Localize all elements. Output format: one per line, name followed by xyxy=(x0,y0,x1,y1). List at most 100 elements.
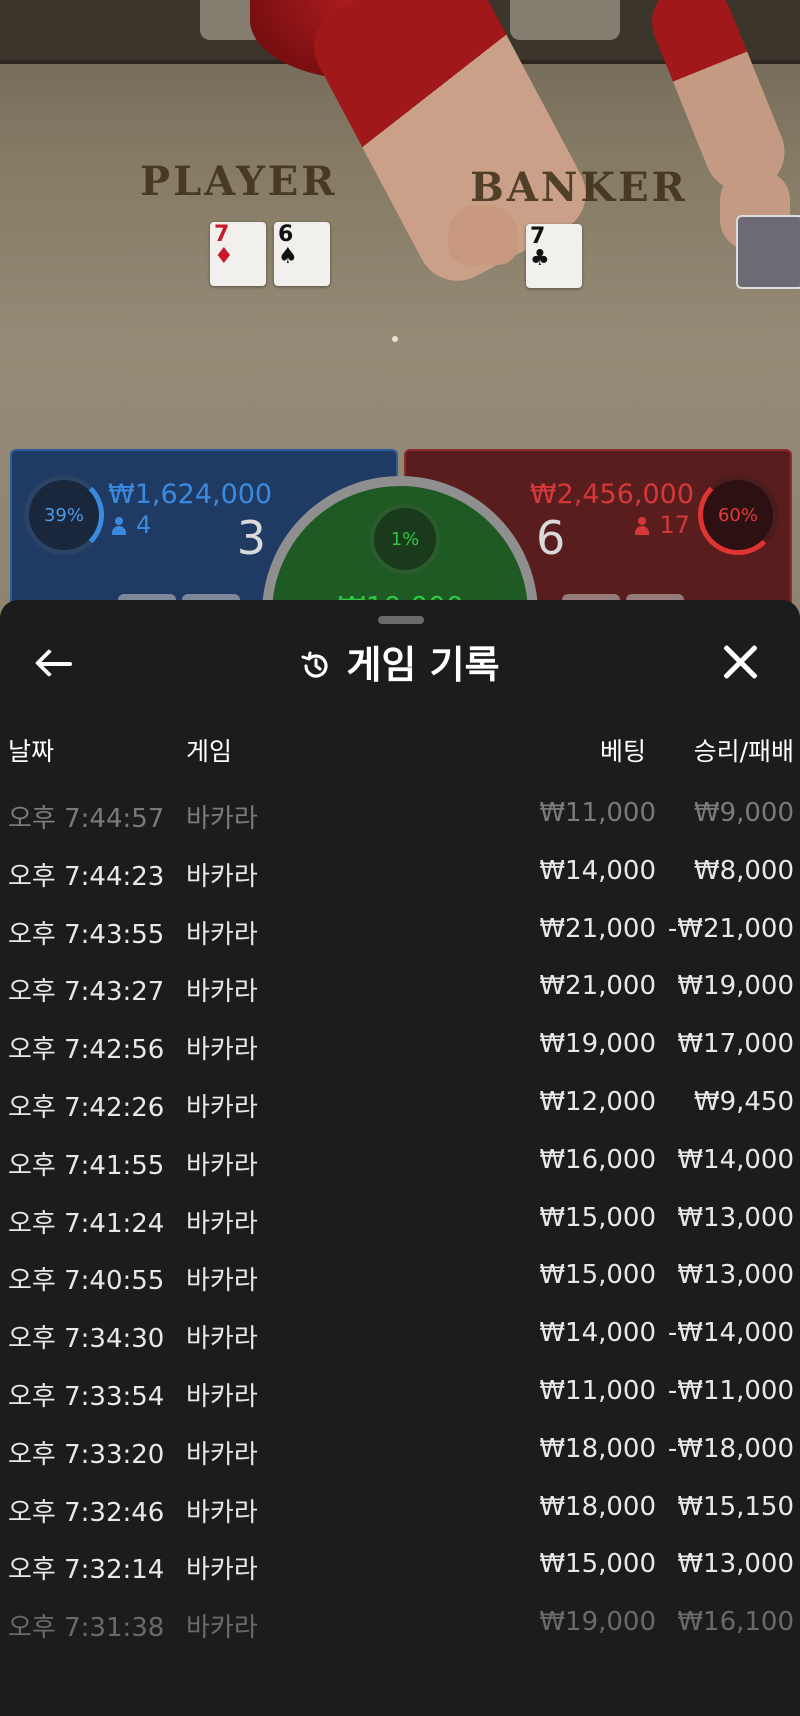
row-date: 오후 7:33:20 xyxy=(8,1439,165,1470)
row-date: 오후 7:33:54 xyxy=(8,1382,165,1412)
history-row[interactable]: 오후 7:32:14 바카라 ₩15,000 ₩13,000 xyxy=(0,1539,800,1597)
row-result: -₩14,000 xyxy=(667,1318,794,1349)
row-game: 바카라 xyxy=(186,861,258,892)
row-game: 바카라 xyxy=(186,1382,258,1412)
tie-percent-ring: 1% xyxy=(370,504,440,574)
history-row[interactable]: 오후 7:42:26 바카라 ₩12,000 ₩9,450 xyxy=(0,1077,800,1135)
row-date: 오후 7:32:14 xyxy=(8,1555,165,1586)
chair xyxy=(510,0,620,40)
history-row[interactable]: 오후 7:42:56 바카라 ₩19,000 ₩17,000 xyxy=(0,1019,800,1077)
row-bet: ₩19,000 xyxy=(539,1607,656,1638)
row-game: 바카라 xyxy=(186,1035,258,1066)
row-date: 오후 7:42:56 xyxy=(8,1035,165,1066)
history-row[interactable]: 오후 7:41:24 바카라 ₩15,000 ₩13,000 xyxy=(0,1193,800,1251)
table-marker xyxy=(392,336,398,342)
row-date: 오후 7:42:26 xyxy=(8,1093,165,1123)
row-date: 오후 7:44:23 xyxy=(8,861,165,892)
player-card-2: 6 ♠ xyxy=(274,222,330,286)
col-result: 승리/패배 xyxy=(693,737,794,766)
row-game: 바카라 xyxy=(186,1497,258,1528)
row-result: ₩13,000 xyxy=(677,1260,794,1291)
row-game: 바카라 xyxy=(186,1150,258,1181)
col-date: 날짜 xyxy=(8,737,55,766)
row-bet: ₩11,000 xyxy=(539,1376,656,1406)
row-bet: ₩19,000 xyxy=(539,1029,656,1060)
title-group: 게임 기록 xyxy=(0,634,800,689)
row-game: 바카라 xyxy=(186,1439,258,1470)
drag-handle[interactable] xyxy=(378,616,424,624)
row-date: 오후 7:40:55 xyxy=(8,1266,165,1297)
row-date: 오후 7:41:55 xyxy=(8,1150,165,1181)
dealer-hand xyxy=(448,205,518,265)
row-result: -₩11,000 xyxy=(667,1376,794,1406)
row-bet: ₩21,000 xyxy=(539,971,656,1002)
person-icon xyxy=(635,517,650,535)
row-date: 오후 7:43:55 xyxy=(8,919,165,950)
row-result: ₩9,000 xyxy=(693,798,794,828)
row-result: -₩18,000 xyxy=(667,1433,794,1464)
row-date: 오후 7:44:57 xyxy=(8,804,165,834)
row-game: 바카라 xyxy=(186,1208,258,1239)
row-result: ₩9,450 xyxy=(693,1087,794,1117)
card-shoe xyxy=(736,215,800,289)
banker-score: 6 xyxy=(536,511,566,565)
row-bet: ₩16,000 xyxy=(539,1144,656,1175)
player-score: 3 xyxy=(236,511,266,565)
row-result: ₩13,000 xyxy=(677,1549,794,1580)
history-row[interactable]: 오후 7:32:46 바카라 ₩18,000 ₩15,150 xyxy=(0,1482,800,1540)
row-result: -₩21,000 xyxy=(667,913,794,944)
history-row[interactable]: 오후 7:40:55 바카라 ₩15,000 ₩13,000 xyxy=(0,1250,800,1308)
banker-bettor-count: 17 xyxy=(635,511,690,539)
row-bet: ₩18,000 xyxy=(539,1433,656,1464)
row-date: 오후 7:41:24 xyxy=(8,1208,165,1239)
row-date: 오후 7:32:46 xyxy=(8,1497,165,1528)
banker-zone-label: BANKER xyxy=(470,164,688,211)
history-row[interactable]: 오후 7:31:38 바카라 ₩19,000 ₩16,100 xyxy=(0,1597,800,1655)
row-date: 오후 7:43:27 xyxy=(8,977,165,1008)
banker-card-1: 7 ♣ xyxy=(526,224,582,288)
row-result: ₩8,000 xyxy=(693,855,794,886)
player-bettor-count: 4 xyxy=(112,511,151,539)
row-result: ₩15,150 xyxy=(677,1491,794,1522)
history-row[interactable]: 오후 7:44:57 바카라 ₩11,000 ₩9,000 xyxy=(0,788,800,846)
history-row[interactable]: 오후 7:43:27 바카라 ₩21,000 ₩19,000 xyxy=(0,961,800,1019)
row-result: ₩19,000 xyxy=(677,971,794,1002)
player-total-bet: ₩1,624,000 xyxy=(108,479,273,510)
banker-percent-ring: 60% xyxy=(698,475,778,555)
row-bet: ₩21,000 xyxy=(539,913,656,944)
row-game: 바카라 xyxy=(186,1266,258,1297)
history-list[interactable]: 오후 7:44:57 바카라 ₩11,000 ₩9,000 오후 7:44:23 바카라 ₩… xyxy=(0,775,800,1716)
history-row[interactable]: 오후 7:33:54 바카라 ₩11,000 -₩11,000 xyxy=(0,1366,800,1424)
history-icon xyxy=(301,651,329,678)
row-bet: ₩14,000 xyxy=(539,1318,656,1349)
col-bet: 베팅 xyxy=(599,737,646,766)
row-game: 바카라 xyxy=(186,1324,258,1355)
history-row[interactable]: 오후 7:43:55 바카라 ₩21,000 -₩21,000 xyxy=(0,904,800,962)
history-row[interactable]: 오후 7:41:55 바카라 ₩16,000 ₩14,000 xyxy=(0,1135,800,1193)
sheet-header: 게임 기록 xyxy=(0,634,800,694)
row-game: 바카라 xyxy=(186,919,258,950)
row-game: 바카라 xyxy=(186,1613,258,1644)
row-bet: ₩12,000 xyxy=(539,1087,656,1117)
sheet-title: 게임 기록 xyxy=(346,643,500,687)
row-bet: ₩18,000 xyxy=(539,1491,656,1522)
row-result: ₩13,000 xyxy=(677,1202,794,1233)
game-history-sheet: 게임 기록 날짜 게임 베팅 승리/패배 오후 7:44:57 바카라 ₩11,00… xyxy=(0,600,800,1716)
row-bet: ₩15,000 xyxy=(539,1202,656,1233)
row-bet: ₩15,000 xyxy=(539,1260,656,1291)
row-bet: ₩14,000 xyxy=(539,855,656,886)
person-icon xyxy=(112,517,126,535)
row-result: ₩14,000 xyxy=(677,1144,794,1175)
history-row[interactable]: 오후 7:34:30 바카라 ₩14,000 -₩14,000 xyxy=(0,1308,800,1366)
row-result: ₩17,000 xyxy=(677,1029,794,1060)
row-game: 바카라 xyxy=(186,804,258,834)
history-row[interactable]: 오후 7:33:20 바카라 ₩18,000 -₩18,000 xyxy=(0,1424,800,1482)
history-row[interactable]: 오후 7:44:23 바카라 ₩14,000 ₩8,000 xyxy=(0,846,800,904)
player-zone-label: PLAYER xyxy=(140,158,338,205)
row-date: 오후 7:34:30 xyxy=(8,1324,165,1355)
player-percent-ring: 39% xyxy=(24,475,104,555)
row-date: 오후 7:31:38 xyxy=(8,1613,165,1644)
col-game: 게임 xyxy=(186,737,233,766)
row-game: 바카라 xyxy=(186,1555,258,1586)
close-icon[interactable] xyxy=(720,642,760,682)
